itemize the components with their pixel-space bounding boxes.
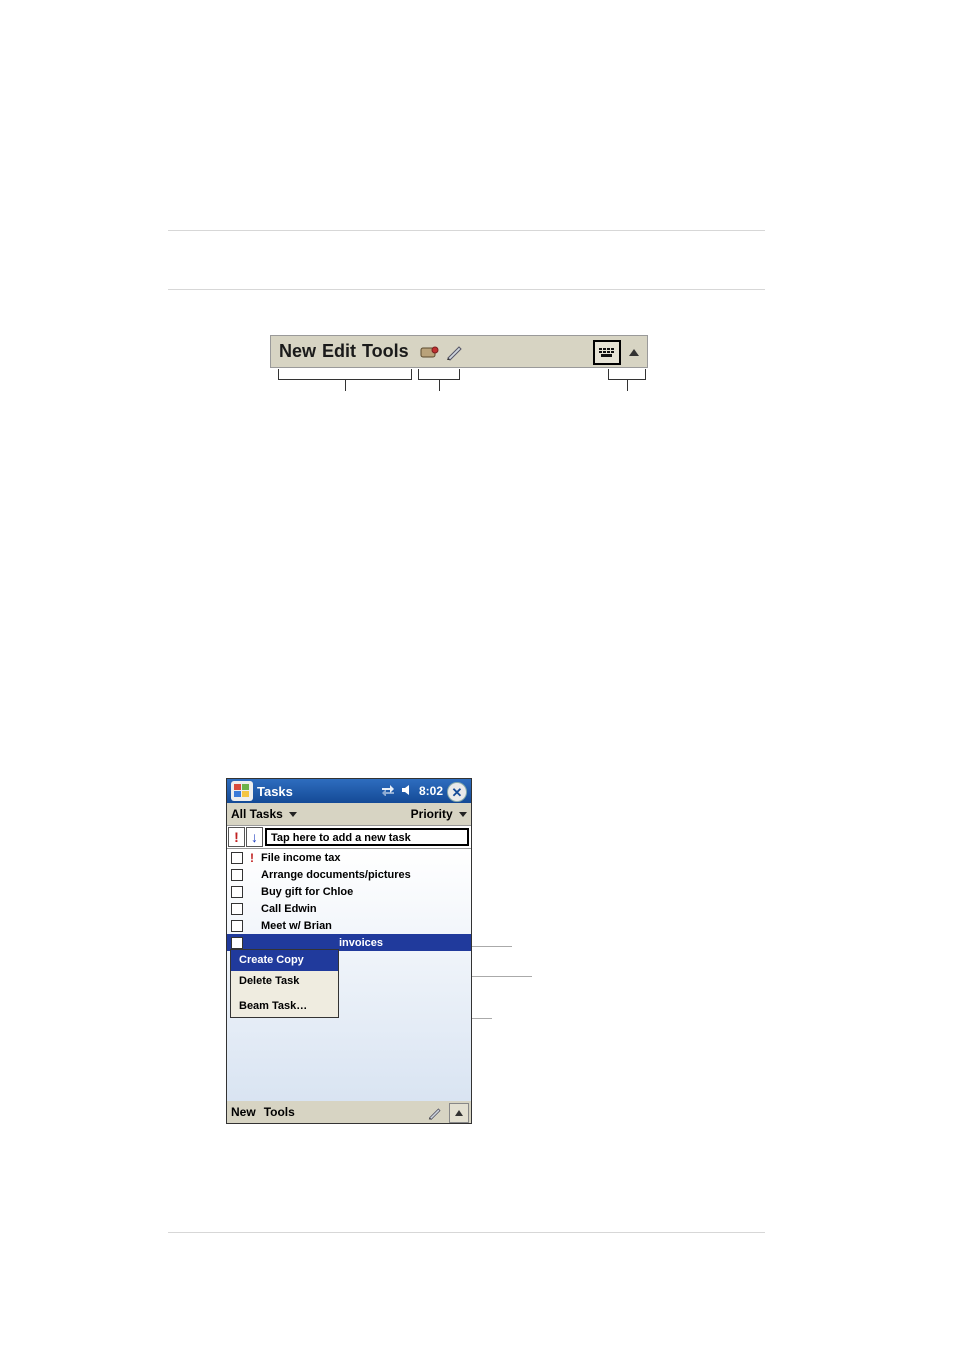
task-text: Arrange documents/pictures [258, 869, 411, 881]
divider [168, 289, 765, 290]
filter-bar: All Tasks Priority [227, 803, 471, 826]
quick-add-input[interactable]: Tap here to add a new task [265, 828, 469, 846]
tasks-app-window: Tasks 8:02 ✕ [226, 778, 472, 1124]
task-text: Buy gift for Chloe [258, 886, 353, 898]
menu-tools[interactable]: Tools [264, 1105, 295, 1119]
task-text: Call Edwin [258, 903, 317, 915]
arrow-up-icon[interactable] [449, 1103, 469, 1123]
task-row[interactable]: ! File income tax [227, 849, 471, 866]
priority-low-button[interactable]: ↓ [246, 827, 263, 847]
callout-brackets [270, 368, 648, 398]
task-row[interactable]: Arrange documents/pictures [227, 866, 471, 883]
close-icon[interactable]: ✕ [447, 782, 467, 802]
divider [168, 230, 765, 231]
task-text: Meet w/ Brian [258, 920, 332, 932]
chevron-down-icon [459, 812, 467, 817]
menu-edit[interactable]: Edit [322, 341, 356, 362]
keyboard-icon[interactable] [593, 340, 621, 365]
callout-leader [472, 946, 512, 947]
category-filter-label: All Tasks [231, 807, 283, 821]
menu-new[interactable]: New [279, 341, 316, 362]
checkbox-icon[interactable] [231, 920, 243, 932]
menu-create-copy[interactable]: Create Copy [231, 950, 338, 971]
speaker-icon[interactable] [401, 784, 413, 799]
stylus-icon[interactable] [445, 342, 467, 362]
checkbox-icon[interactable] [231, 869, 243, 881]
category-filter[interactable]: All Tasks [231, 807, 297, 821]
task-text: File income tax [258, 852, 340, 864]
task-row[interactable]: Meet w/ Brian [227, 917, 471, 934]
sort-filter-label: Priority [411, 807, 453, 821]
connection-icon[interactable] [381, 784, 395, 799]
clock-text: 8:02 [419, 784, 443, 798]
task-text: invoices [336, 937, 383, 949]
sort-filter[interactable]: Priority [411, 807, 467, 821]
checkbox-icon[interactable] [231, 937, 243, 949]
menu-delete-task[interactable]: Delete Task [231, 971, 338, 992]
arrow-up-icon[interactable] [625, 340, 643, 365]
checkbox-icon[interactable] [231, 886, 243, 898]
checkbox-icon[interactable] [231, 852, 243, 864]
status-area: 8:02 [381, 784, 443, 799]
bottom-bar: New Tools [227, 1101, 471, 1123]
edit-toolbar: New Edit Tools [270, 335, 648, 368]
voice-record-icon[interactable] [419, 342, 441, 362]
tasks-app-figure: Tasks 8:02 ✕ [226, 778, 472, 1124]
priority-indicator: ! [246, 852, 258, 864]
start-icon[interactable] [231, 781, 253, 801]
document-page: New Edit Tools [0, 0, 954, 1351]
edit-toolbar-figure: New Edit Tools [270, 335, 648, 398]
callout-leader [472, 976, 532, 977]
task-row[interactable]: Call Edwin [227, 900, 471, 917]
quick-add-row: ! ↓ Tap here to add a new task [227, 826, 471, 849]
task-list: ! File income tax Arrange documents/pict… [227, 849, 471, 1101]
context-menu: Create Copy Delete Task Beam Task… [230, 949, 339, 1018]
callout-leader [472, 1018, 492, 1019]
app-title: Tasks [257, 784, 293, 799]
menu-tools[interactable]: Tools [362, 341, 409, 362]
menu-new[interactable]: New [231, 1105, 256, 1119]
stylus-icon[interactable] [426, 1103, 446, 1123]
task-row[interactable]: Buy gift for Chloe [227, 883, 471, 900]
divider [168, 1232, 765, 1233]
priority-high-button[interactable]: ! [228, 827, 245, 847]
menu-beam-task[interactable]: Beam Task… [231, 996, 338, 1017]
checkbox-icon[interactable] [231, 903, 243, 915]
title-bar: Tasks 8:02 ✕ [227, 779, 471, 803]
chevron-down-icon [289, 812, 297, 817]
